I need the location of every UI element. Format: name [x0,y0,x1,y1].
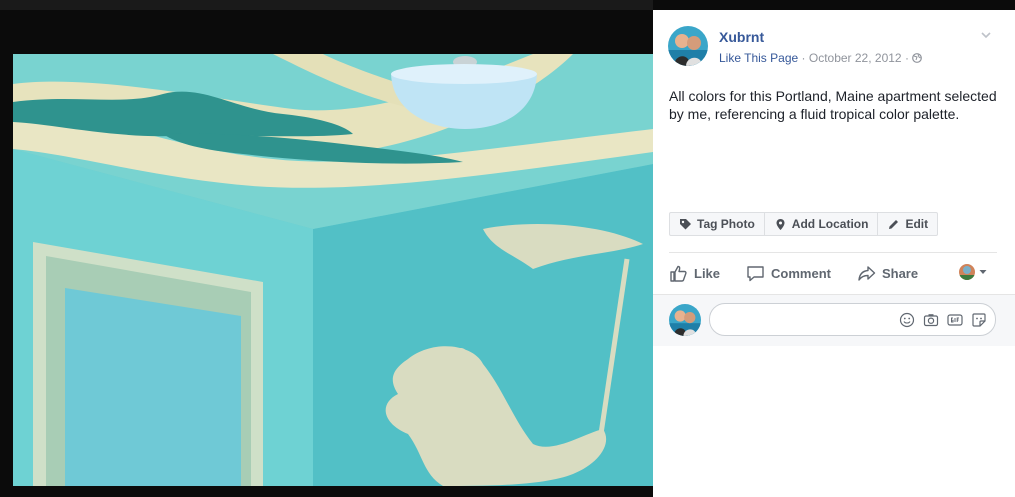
meta-separator: · [904,51,909,65]
audience-avatar [959,264,975,280]
share-label: Share [881,265,919,281]
photo-illustration [13,54,653,486]
author-avatar[interactable] [668,26,708,66]
comment-icon [747,265,764,281]
caret-down-icon [979,270,987,274]
post-actions: Like Comment Share [669,254,997,292]
comment-input-box[interactable] [709,303,996,336]
post-photo[interactable] [13,54,653,486]
photo-tools: Tag Photo Add Location Edit [669,212,939,236]
post-side-panel: Xubrnt Like This Page · October 22, 2012… [653,10,1015,497]
post-caption: All colors for this Portland, Maine apar… [669,88,997,122]
comment-button[interactable]: Comment [746,264,831,283]
like-page-link[interactable]: Like This Page [719,51,798,65]
photo-viewer: Xubrnt Like This Page · October 22, 2012… [0,0,1015,497]
chevron-down-icon[interactable] [979,28,993,42]
edit-button[interactable]: Edit [878,213,937,235]
avatar-image [959,264,975,280]
add-location-label: Add Location [791,217,869,231]
avatar-image [668,26,708,66]
comment-tools [899,312,987,328]
pencil-icon [889,219,899,229]
top-strip [0,0,653,10]
globe-icon[interactable] [912,53,923,63]
sticker-icon[interactable] [971,312,987,328]
edit-label: Edit [905,217,929,231]
location-pin-icon [776,218,785,230]
tag-photo-button[interactable]: Tag Photo [670,213,765,235]
share-icon [858,265,876,281]
post-meta: Like This Page · October 22, 2012 · [719,51,923,65]
share-button[interactable]: Share [857,264,918,283]
meta-separator: · [801,51,806,65]
avatar-image [669,304,701,336]
commenter-avatar[interactable] [669,304,701,336]
comment-input[interactable] [722,311,892,326]
post-date[interactable]: October 22, 2012 [809,51,902,65]
add-location-button[interactable]: Add Location [765,213,879,235]
comment-label: Comment [771,265,831,281]
audience-selector[interactable] [959,264,987,280]
tag-photo-label: Tag Photo [697,217,755,231]
emoji-icon[interactable] [899,312,915,328]
tag-icon [680,218,691,229]
thumbs-up-icon [670,265,687,282]
camera-icon[interactable] [923,312,939,328]
gif-icon[interactable] [947,312,963,328]
divider [669,252,997,253]
author-name[interactable]: Xubrnt [719,29,764,45]
like-button[interactable]: Like [669,264,720,283]
comment-composer [653,294,1015,346]
photo-stage [0,0,653,497]
like-label: Like [694,265,721,281]
